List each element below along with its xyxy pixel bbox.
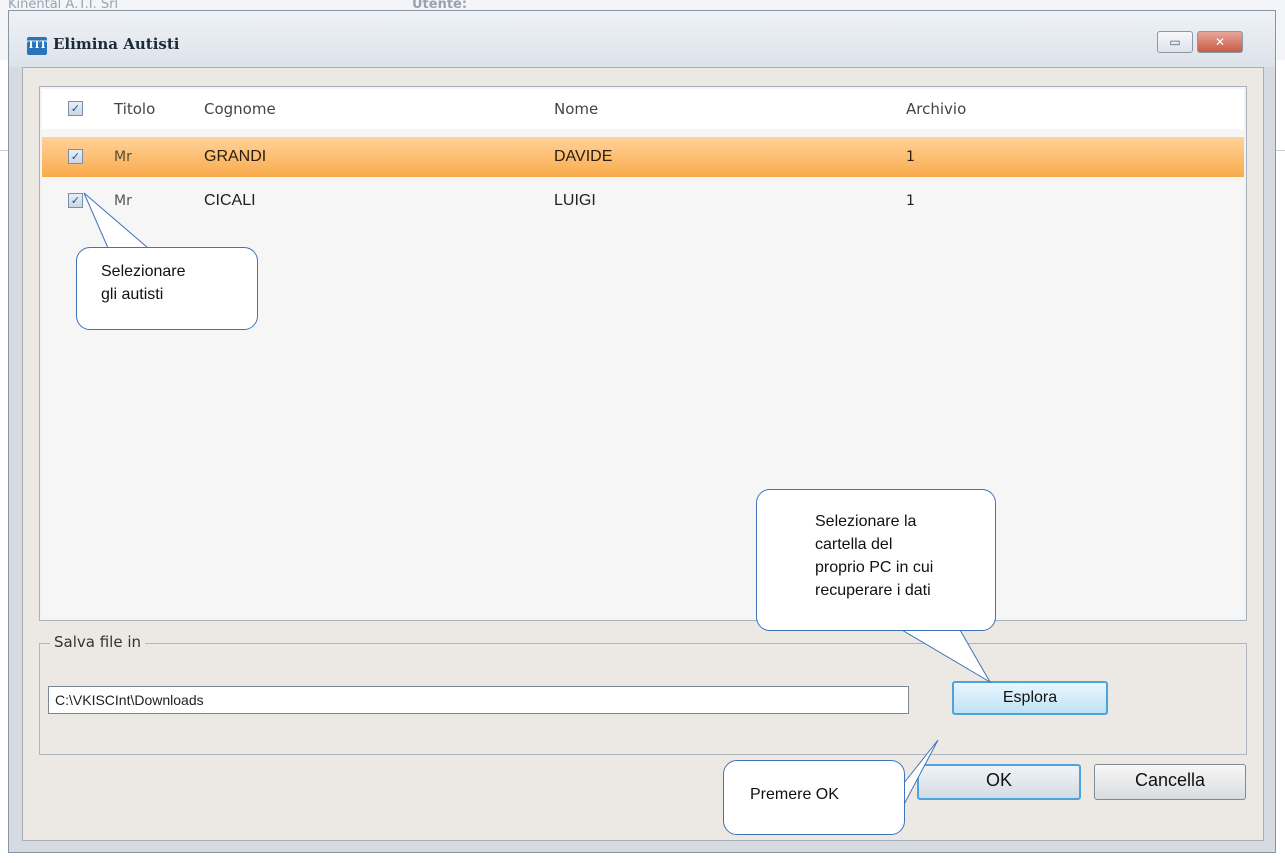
- callout-folder-line4: recuperare i dati: [815, 582, 931, 599]
- callout-select-drivers-line2: gli autisti: [101, 286, 164, 303]
- callout-select-drivers-line1: Selezionare: [101, 263, 186, 280]
- callout-folder-line3: proprio PC in cui: [815, 559, 934, 576]
- callout-tail-select-drivers: [83, 192, 992, 813]
- callout-select-folder: Selezionare la cartella del proprio PC i…: [756, 489, 996, 631]
- callout-press-ok: Premere OK: [723, 760, 905, 835]
- callout-folder-line2: cartella del: [815, 536, 893, 553]
- callout-select-drivers: Selezionare gli autisti: [76, 247, 258, 330]
- callout-folder-line1: Selezionare la: [815, 513, 917, 530]
- callout-press-ok-text: Premere OK: [750, 786, 839, 803]
